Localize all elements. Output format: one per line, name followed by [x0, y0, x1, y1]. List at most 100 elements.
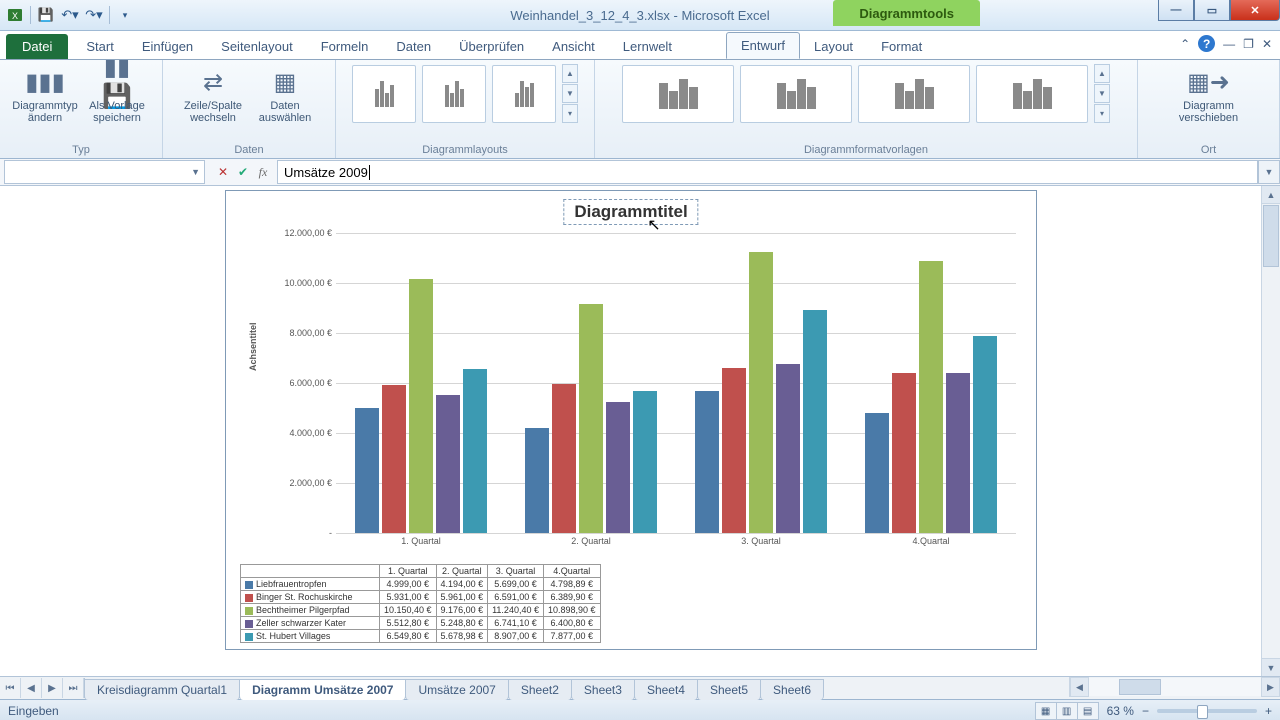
- workbook-minimize-icon[interactable]: —: [1223, 37, 1235, 51]
- sheet-tab[interactable]: Sheet6: [760, 679, 824, 700]
- bar[interactable]: [973, 336, 997, 533]
- chart-layout-3[interactable]: [492, 65, 556, 123]
- bar[interactable]: [355, 408, 379, 533]
- zoom-slider[interactable]: [1157, 709, 1257, 713]
- bar[interactable]: [436, 395, 460, 533]
- bar[interactable]: [463, 369, 487, 533]
- move-chart-button[interactable]: ▦➜Diagramm verschieben: [1176, 64, 1242, 124]
- minimize-button[interactable]: —: [1158, 0, 1194, 21]
- bar[interactable]: [606, 402, 630, 533]
- change-chart-type-button[interactable]: ▮▮▮Diagrammtyp ändern: [12, 64, 78, 124]
- sheet-nav-last-icon[interactable]: ⏭: [63, 678, 84, 698]
- bar[interactable]: [946, 373, 970, 533]
- chart-layout-1[interactable]: [352, 65, 416, 123]
- sheet-tab[interactable]: Diagramm Umsätze 2007: [239, 679, 406, 700]
- chart-title-editbox[interactable]: Diagrammtitel: [563, 199, 698, 225]
- bar[interactable]: [552, 384, 576, 533]
- bar[interactable]: [776, 364, 800, 533]
- excel-icon[interactable]: X: [6, 6, 24, 24]
- insert-function-icon[interactable]: fx: [255, 165, 271, 180]
- scroll-down-icon[interactable]: ▼: [1262, 658, 1280, 676]
- view-page-break-icon[interactable]: ▤: [1077, 702, 1099, 720]
- bar[interactable]: [695, 391, 719, 533]
- zoom-in-icon[interactable]: +: [1265, 704, 1272, 718]
- sheet-tab[interactable]: Sheet4: [634, 679, 698, 700]
- save-as-template-button[interactable]: ▮▮💾Als Vorlage speichern: [84, 64, 150, 124]
- tab-entwurf[interactable]: Entwurf: [726, 32, 800, 59]
- sheet-tab[interactable]: Sheet2: [508, 679, 572, 700]
- tab-daten[interactable]: Daten: [382, 34, 445, 59]
- layout-scroll-down[interactable]: ▼: [562, 84, 578, 103]
- sheet-nav-prev-icon[interactable]: ◀: [21, 678, 42, 698]
- view-normal-icon[interactable]: ▦: [1035, 702, 1057, 720]
- workbook-close-icon[interactable]: ✕: [1262, 37, 1272, 51]
- tab-ansicht[interactable]: Ansicht: [538, 34, 609, 59]
- chart-style-4[interactable]: [976, 65, 1088, 123]
- scroll-thumb[interactable]: [1263, 205, 1279, 267]
- tab-start[interactable]: Start: [72, 34, 127, 59]
- tab-lernwelt[interactable]: Lernwelt: [609, 34, 686, 59]
- sheet-tab[interactable]: Sheet5: [697, 679, 761, 700]
- bar-cluster[interactable]: [686, 252, 836, 533]
- chart-layout-2[interactable]: [422, 65, 486, 123]
- workbook-restore-icon[interactable]: ❐: [1243, 37, 1254, 51]
- help-icon[interactable]: ?: [1198, 35, 1215, 52]
- tab-formeln[interactable]: Formeln: [307, 34, 383, 59]
- style-scroll-down[interactable]: ▼: [1094, 84, 1110, 103]
- select-data-button[interactable]: ▦Daten auswählen: [252, 64, 318, 124]
- zoom-out-icon[interactable]: −: [1142, 704, 1149, 718]
- formula-input[interactable]: Umsätze 2009: [277, 160, 1258, 184]
- tab-file[interactable]: Datei: [6, 34, 68, 59]
- bar[interactable]: [382, 385, 406, 533]
- tab-ueberpruefen[interactable]: Überprüfen: [445, 34, 538, 59]
- horizontal-scrollbar[interactable]: ◀ ▶: [1069, 677, 1280, 697]
- bar[interactable]: [579, 304, 603, 533]
- close-button[interactable]: ✕: [1230, 0, 1280, 21]
- namebox-dropdown-icon[interactable]: ▼: [191, 167, 200, 177]
- switch-row-column-button[interactable]: ⇄Zeile/Spalte wechseln: [180, 64, 246, 124]
- bar[interactable]: [525, 428, 549, 533]
- bar[interactable]: [749, 252, 773, 533]
- sheet-nav-next-icon[interactable]: ▶: [42, 678, 63, 698]
- hscroll-thumb[interactable]: [1119, 679, 1161, 695]
- bar[interactable]: [803, 310, 827, 533]
- sheet-tab[interactable]: Sheet3: [571, 679, 635, 700]
- bar[interactable]: [865, 413, 889, 533]
- bar-cluster[interactable]: [856, 261, 1006, 533]
- redo-icon[interactable]: ↷▾: [85, 6, 103, 24]
- hscroll-right-icon[interactable]: ▶: [1261, 677, 1280, 697]
- style-scroll-up[interactable]: ▲: [1094, 64, 1110, 83]
- maximize-button[interactable]: ▭: [1194, 0, 1230, 21]
- tab-layout[interactable]: Layout: [800, 34, 867, 59]
- bar[interactable]: [633, 391, 657, 533]
- bar[interactable]: [919, 261, 943, 533]
- style-more[interactable]: ▾: [1094, 104, 1110, 123]
- save-icon[interactable]: 💾: [37, 6, 55, 24]
- bar[interactable]: [409, 279, 433, 533]
- plot-area[interactable]: -2.000,00 €4.000,00 €6.000,00 €8.000,00 …: [336, 233, 1016, 534]
- cancel-edit-icon[interactable]: ✕: [215, 165, 231, 179]
- layout-scroll-up[interactable]: ▲: [562, 64, 578, 83]
- bar-cluster[interactable]: [346, 279, 496, 533]
- scroll-up-icon[interactable]: ▲: [1262, 186, 1280, 204]
- name-box[interactable]: ▼: [4, 160, 205, 184]
- tab-seitenlayout[interactable]: Seitenlayout: [207, 34, 307, 59]
- formula-bar-expand-icon[interactable]: ▼: [1258, 160, 1280, 184]
- confirm-edit-icon[interactable]: ✔: [235, 165, 251, 179]
- vertical-scrollbar[interactable]: ▲ ▼: [1261, 186, 1280, 676]
- layout-more[interactable]: ▾: [562, 104, 578, 123]
- sheet-tab[interactable]: Umsätze 2007: [405, 679, 508, 700]
- bar[interactable]: [722, 368, 746, 533]
- tab-format[interactable]: Format: [867, 34, 936, 59]
- chart-style-2[interactable]: [740, 65, 852, 123]
- chart-style-3[interactable]: [858, 65, 970, 123]
- undo-icon[interactable]: ↶▾: [61, 6, 79, 24]
- minimize-ribbon-icon[interactable]: ⌃: [1180, 37, 1190, 51]
- worksheet-area[interactable]: Diagrammtitel ↖ Achsentitel -2.000,00 €4…: [0, 186, 1280, 676]
- sheet-tab[interactable]: Kreisdiagramm Quartal1: [84, 679, 240, 700]
- tab-einfuegen[interactable]: Einfügen: [128, 34, 207, 59]
- bar-cluster[interactable]: [516, 304, 666, 533]
- qat-customize-icon[interactable]: ▾: [116, 6, 134, 24]
- chart-style-1[interactable]: [622, 65, 734, 123]
- sheet-nav-first-icon[interactable]: ⏮: [0, 678, 21, 698]
